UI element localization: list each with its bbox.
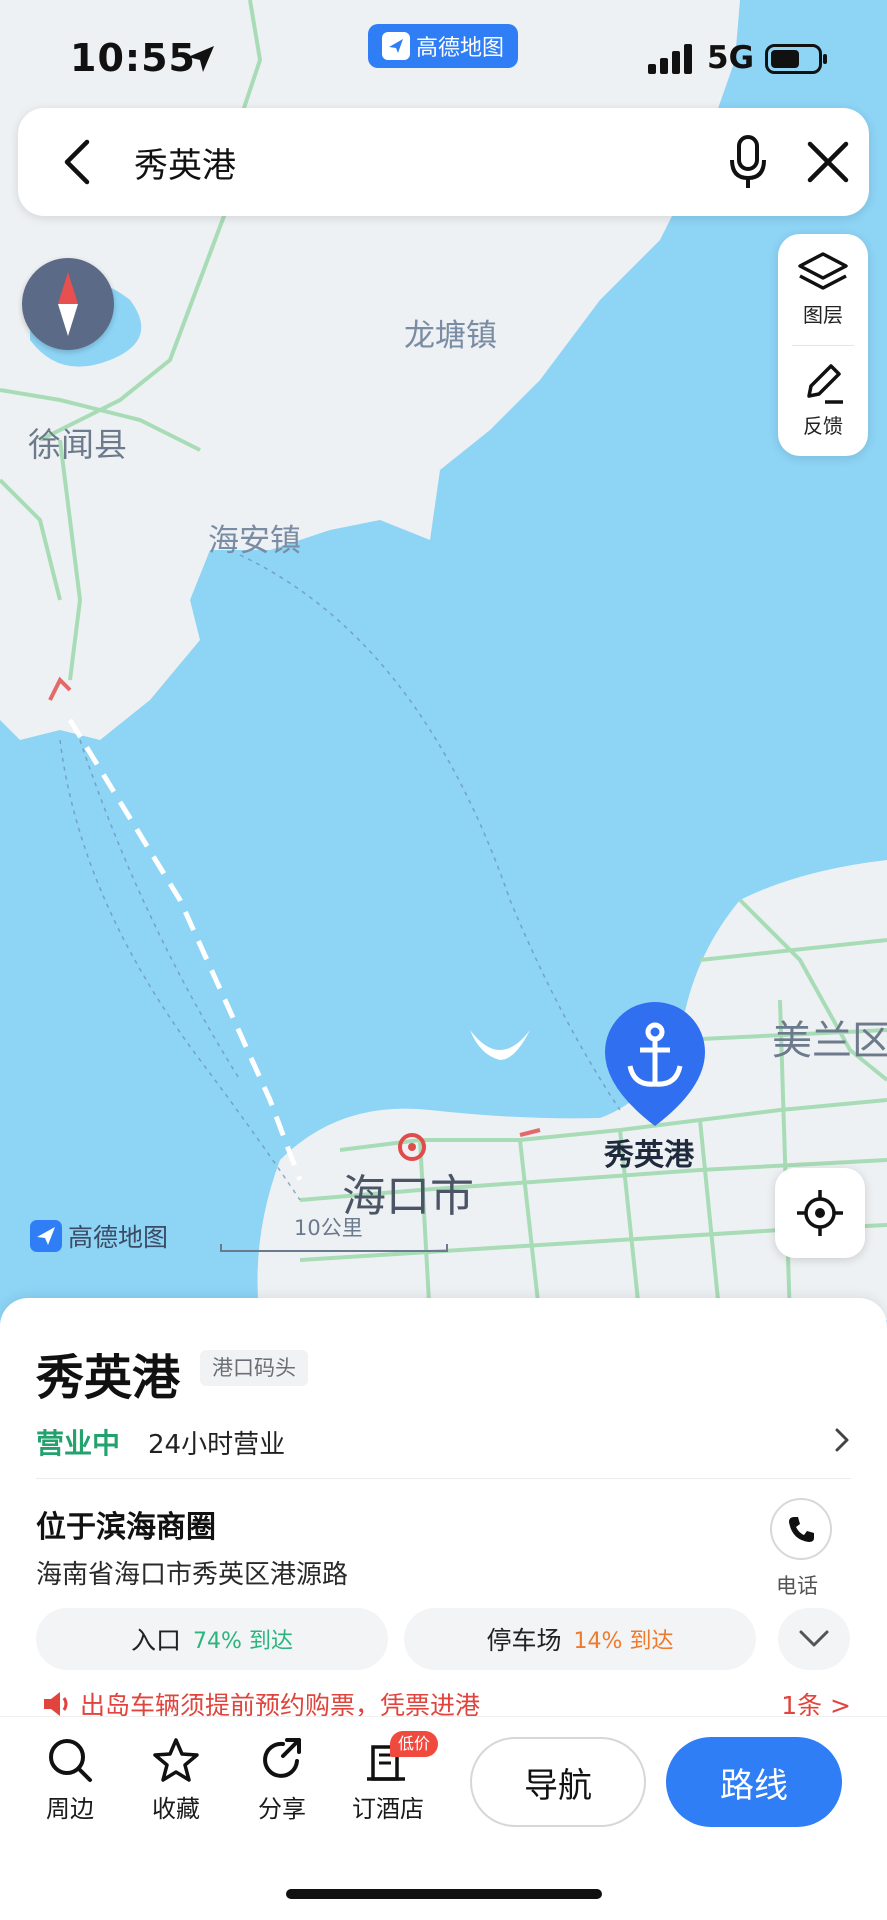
map-tools-panel: 图层 反馈: [778, 234, 868, 456]
battery-icon: [765, 44, 827, 74]
favorite-button[interactable]: 收藏: [134, 1737, 218, 1827]
share-icon: [263, 1738, 301, 1778]
category-tag: 港口码头: [200, 1350, 308, 1386]
entrance-pct: 74% 到达: [193, 1629, 293, 1654]
opening-hours: 24小时营业: [148, 1430, 286, 1460]
hours-row[interactable]: 营业中 24小时营业: [36, 1416, 851, 1466]
favorite-label: 收藏: [152, 1795, 200, 1823]
scale-bar: 10公里: [218, 1212, 450, 1254]
scale-line: [220, 1244, 448, 1252]
phone-icon: [789, 1517, 814, 1542]
chevron-left-icon: [64, 139, 90, 185]
network-label: 5G: [707, 40, 755, 76]
feedback-button[interactable]: 反馈: [778, 345, 868, 455]
home-indicator: [286, 1889, 602, 1899]
app-badge-label: 高德地图: [415, 36, 504, 61]
search-bar: 秀英港: [18, 108, 869, 216]
search-input[interactable]: 秀英港: [134, 138, 236, 187]
compass[interactable]: [22, 258, 114, 350]
voice-button[interactable]: [718, 130, 778, 194]
bottom-action-bar: 周边 收藏 分享 订酒店 低价 导航 路线: [0, 1716, 887, 1920]
amap-watermark: 高德地图: [30, 1218, 168, 1254]
hotel-label: 订酒店: [352, 1795, 424, 1823]
compass-icon: [58, 272, 78, 336]
layers-button[interactable]: 图层: [778, 234, 868, 344]
parking-pct: 14% 到达: [573, 1629, 674, 1654]
parking-label: 停车场: [486, 1626, 562, 1655]
app-badge[interactable]: 高德地图: [368, 24, 518, 68]
back-button[interactable]: [48, 134, 104, 190]
place-detail-sheet[interactable]: 秀英港 港口码头 营业中 24小时营业 位于滨海商圈 海南省海口市秀英区港源路 …: [0, 1298, 887, 1728]
share-label: 分享: [258, 1795, 306, 1823]
low-price-badge: 低价: [390, 1731, 439, 1757]
amap-logo-icon: [381, 32, 410, 60]
open-status: 营业中: [36, 1427, 121, 1460]
layers-icon: [798, 251, 848, 290]
speaker-icon: [44, 1692, 68, 1716]
feedback-label: 反馈: [803, 413, 843, 438]
expand-chips-button[interactable]: [778, 1608, 850, 1670]
chevron-right-icon: [835, 1428, 849, 1452]
close-button[interactable]: [798, 132, 858, 192]
amap-logo-icon: [30, 1220, 62, 1252]
crosshair-icon: [797, 1190, 843, 1236]
signal-icon: [648, 44, 692, 74]
poi-pin[interactable]: [602, 1002, 708, 1128]
star-icon: [153, 1738, 199, 1782]
location-arrow-icon: [188, 46, 214, 72]
book-hotel-button[interactable]: 订酒店 低价: [346, 1731, 439, 1827]
status-bar: 10:55 高德地图 5G: [0, 0, 887, 110]
anchor-icon: [605, 1002, 705, 1126]
microphone-icon: [730, 135, 766, 188]
address: 海南省海口市秀英区港源路: [36, 1560, 349, 1590]
close-icon: [807, 141, 849, 183]
status-time: 10:55: [70, 36, 196, 80]
navigate-button[interactable]: 导航: [470, 1737, 646, 1827]
route-button[interactable]: 路线: [666, 1737, 842, 1827]
locate-button[interactable]: [775, 1168, 865, 1258]
label-longtang: 龙塘镇: [404, 318, 497, 354]
business-area: 位于滨海商圈: [36, 1510, 216, 1545]
poi-label: 秀英港: [604, 1138, 694, 1173]
chevron-down-icon: [799, 1630, 829, 1647]
share-button[interactable]: 分享: [240, 1737, 324, 1827]
parking-chip[interactable]: 停车场 14% 到达: [404, 1608, 756, 1670]
divider: [36, 1478, 851, 1479]
nearby-button[interactable]: 周边: [28, 1737, 112, 1827]
place-title: 秀英港: [36, 1350, 181, 1406]
scale-text: 10公里: [294, 1216, 363, 1240]
layers-label: 图层: [803, 302, 843, 327]
nearby-label: 周边: [46, 1795, 94, 1823]
call-label: 电话: [776, 1574, 818, 1598]
entrance-chip[interactable]: 入口 74% 到达: [36, 1608, 388, 1670]
edit-icon: [807, 363, 843, 404]
label-meilan: 美兰区: [772, 1018, 887, 1064]
label-xuwen: 徐闻县: [28, 425, 127, 464]
label-haian: 海安镇: [208, 523, 301, 559]
entrance-label: 入口: [131, 1626, 182, 1655]
watermark-text: 高德地图: [68, 1223, 169, 1252]
call-button[interactable]: [770, 1498, 832, 1560]
search-icon: [49, 1739, 92, 1782]
